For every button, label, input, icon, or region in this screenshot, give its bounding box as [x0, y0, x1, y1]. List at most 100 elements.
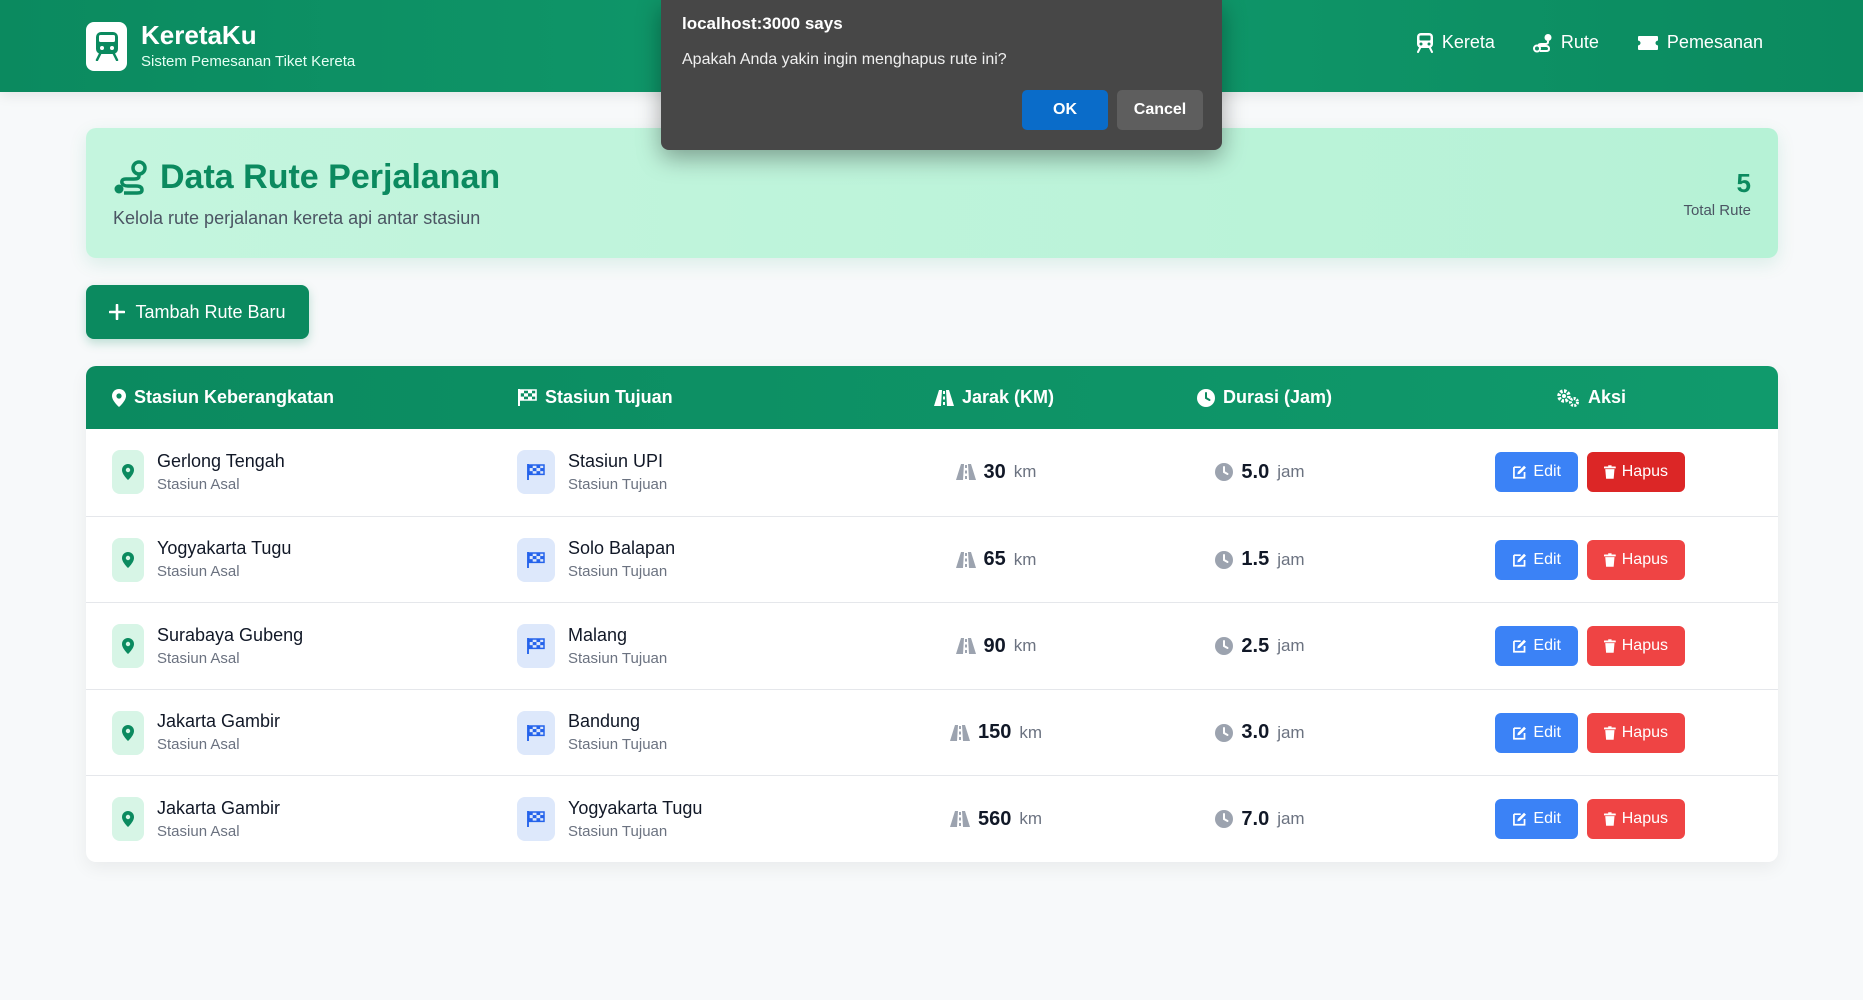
clock-icon: [1215, 723, 1234, 742]
clock-icon: [1197, 388, 1215, 407]
duration-unit: jam: [1277, 549, 1305, 569]
delete-button[interactable]: Hapus: [1587, 799, 1685, 840]
duration-unit: jam: [1277, 636, 1305, 656]
origin-cell: Jakarta Gambir Stasiun Asal: [112, 776, 280, 862]
distance-cell: 90 km: [866, 603, 1126, 689]
column-header-destination: Stasiun Tujuan: [518, 366, 673, 429]
duration-cell: 7.0 jam: [1130, 776, 1390, 862]
edit-icon: [1513, 726, 1526, 740]
map-pin-icon: [122, 464, 134, 480]
map-pin-icon: [112, 388, 126, 407]
nav-link-label: Kereta: [1441, 32, 1495, 52]
delete-label: Hapus: [1621, 463, 1668, 480]
distance-value: 65: [983, 548, 1006, 571]
duration-value: 7.0: [1241, 807, 1270, 830]
origin-role: Stasiun Asal: [157, 736, 240, 754]
distance-unit: km: [1013, 462, 1037, 481]
destination-role: Stasiun Tujuan: [568, 736, 668, 754]
delete-button[interactable]: Hapus: [1587, 539, 1685, 580]
column-header-distance: Jarak (KM): [934, 366, 1054, 429]
nav-link-label: Pemesanan: [1666, 32, 1763, 52]
edit-label: Edit: [1533, 463, 1561, 480]
origin-role: Stasiun Asal: [157, 649, 240, 667]
nav-links: Kereta Rute Pemesanan: [1416, 32, 1763, 53]
map-pin-icon: [122, 724, 134, 741]
destination-name: Yogyakarta Tugu: [568, 797, 703, 818]
page-subtitle: Kelola rute perjalanan kereta api antar …: [113, 208, 481, 228]
brand[interactable]: KeretaKu Sistem Pemesanan Tiket Kereta: [86, 20, 355, 72]
flag-checkered-icon: [518, 389, 537, 406]
distance-value: 30: [983, 460, 1006, 483]
edit-label: Edit: [1533, 723, 1561, 741]
add-route-button[interactable]: Tambah Rute Baru: [86, 285, 309, 339]
edit-label: Edit: [1533, 637, 1561, 655]
origin-marker: [112, 624, 144, 669]
ticket-icon: [1637, 35, 1658, 50]
delete-button[interactable]: Hapus: [1587, 712, 1685, 753]
nav-link-rute[interactable]: Rute: [1532, 32, 1599, 53]
total-routes-count: 5: [1736, 168, 1751, 198]
column-header-label: Aksi: [1588, 387, 1627, 407]
destination-cell: Yogyakarta Tugu Stasiun Tujuan: [517, 776, 702, 862]
origin-name: Jakarta Gambir: [157, 797, 281, 818]
brand-subtitle: Sistem Pemesanan Tiket Kereta: [141, 53, 356, 70]
distance-unit: km: [1019, 722, 1043, 742]
trash-icon: [1604, 465, 1616, 479]
edit-button[interactable]: Edit: [1495, 799, 1578, 840]
column-header-departure: Stasiun Keberangkatan: [112, 366, 334, 429]
destination-name: Malang: [568, 624, 628, 645]
clock-icon: [1215, 550, 1234, 569]
total-routes-stat: 5 Total Rute: [1683, 168, 1751, 219]
delete-label: Hapus: [1621, 637, 1668, 655]
edit-icon: [1513, 465, 1526, 479]
delete-label: Hapus: [1621, 550, 1668, 568]
train-icon: [1416, 32, 1433, 53]
nav-link-pemesanan[interactable]: Pemesanan: [1637, 32, 1763, 53]
flag-checkered-icon: [527, 811, 545, 828]
origin-role: Stasiun Asal: [157, 475, 240, 493]
trash-icon: [1604, 552, 1616, 567]
edit-button[interactable]: Edit: [1495, 712, 1578, 753]
delete-button[interactable]: Hapus: [1587, 452, 1685, 492]
origin-cell: Gerlong Tengah Stasiun Asal: [112, 429, 285, 515]
page-title: Data Rute Perjalanan: [160, 158, 501, 196]
nav-link-kereta[interactable]: Kereta: [1416, 32, 1495, 53]
destination-marker: [517, 624, 555, 669]
origin-cell: Jakarta Gambir Stasiun Asal: [112, 690, 280, 776]
gears-icon: [1557, 388, 1579, 407]
dialog-cancel-button[interactable]: Cancel: [1117, 90, 1203, 130]
origin-role: Stasiun Asal: [157, 822, 240, 840]
distance-unit: km: [1013, 549, 1037, 569]
destination-marker: [517, 450, 555, 494]
destination-name: Bandung: [568, 711, 641, 732]
dialog-ok-button[interactable]: OK: [1022, 90, 1108, 130]
table-row: Gerlong Tengah Stasiun Asal Stasiun UPI …: [86, 429, 1778, 516]
column-header-label: Stasiun Keberangkatan: [134, 387, 335, 407]
road-icon: [955, 464, 976, 480]
origin-name: Jakarta Gambir: [157, 711, 281, 732]
duration-cell: 3.0 jam: [1130, 690, 1390, 776]
actions-cell: Edit Hapus: [1495, 429, 1685, 515]
delete-label: Hapus: [1621, 810, 1668, 828]
map-pin-icon: [122, 811, 134, 828]
route-icon: [114, 159, 147, 195]
column-header-duration: Durasi (Jam): [1197, 366, 1332, 429]
duration-unit: jam: [1277, 462, 1305, 481]
duration-value: 3.0: [1241, 721, 1270, 744]
delete-button[interactable]: Hapus: [1587, 626, 1685, 667]
flag-checkered-icon: [527, 464, 545, 480]
actions-cell: Edit Hapus: [1495, 517, 1685, 603]
destination-cell: Bandung Stasiun Tujuan: [517, 690, 667, 776]
duration-unit: jam: [1277, 722, 1305, 742]
destination-cell: Stasiun UPI Stasiun Tujuan: [517, 429, 667, 515]
distance-cell: 30 km: [866, 429, 1126, 515]
delete-label: Hapus: [1621, 723, 1668, 741]
distance-cell: 65 km: [866, 517, 1126, 603]
flag-checkered-icon: [527, 551, 545, 568]
table-row: Jakarta Gambir Stasiun Asal Bandung Stas…: [86, 688, 1778, 776]
edit-button[interactable]: Edit: [1495, 539, 1578, 580]
trash-icon: [1604, 639, 1616, 653]
edit-button[interactable]: Edit: [1495, 626, 1578, 667]
edit-button[interactable]: Edit: [1495, 452, 1578, 492]
duration-unit: jam: [1277, 809, 1305, 829]
